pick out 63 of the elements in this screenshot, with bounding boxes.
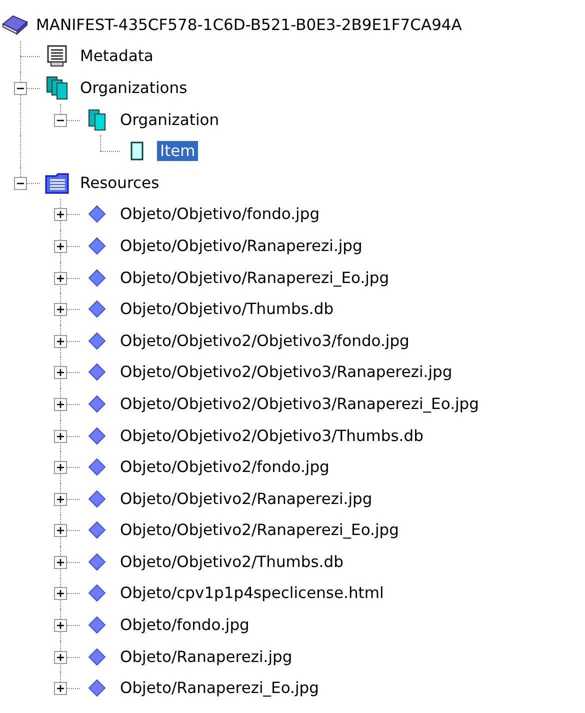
expand-button[interactable] (54, 556, 67, 569)
tree-item-label[interactable]: Objeto/Objetivo2/fondo.jpg (117, 457, 332, 478)
diamond-icon (88, 679, 106, 698)
tree-item-label[interactable]: MANIFEST-435CF578-1C6D-B521-B0E3-2B9E1F7CA94A (33, 14, 465, 35)
collapse-button[interactable] (14, 176, 27, 190)
collapse-button[interactable] (14, 82, 27, 95)
expand-button[interactable] (54, 272, 67, 285)
tree-item-label[interactable]: Objeto/Objetivo2/Ranaperezi.jpg (117, 488, 376, 509)
tree-item-label[interactable]: Objeto/Ranaperezi_Eo.jpg (117, 678, 322, 698)
tree-item-label[interactable]: Resources (77, 172, 162, 193)
folder-icon (44, 170, 70, 195)
diamond-icon (88, 300, 106, 318)
diamond-icon (88, 521, 106, 540)
diamond-icon (88, 332, 106, 350)
expand-button[interactable] (54, 366, 67, 380)
tree-item-label[interactable]: Objeto/Objetivo2/Thumbs.db (117, 552, 346, 572)
diamond-icon (88, 236, 106, 255)
tree-item-label[interactable]: Objeto/Objetivo2/Objetivo3/Thumbs.db (117, 426, 426, 446)
diamond-icon (88, 268, 106, 287)
tree-item-label[interactable]: Objeto/Objetivo/Ranaperezi_Eo.jpg (117, 268, 392, 288)
expand-button[interactable] (54, 430, 67, 443)
tree-item-label[interactable]: Objeto/cpv1p1p4speclicense.html (117, 583, 387, 604)
expand-button[interactable] (54, 334, 67, 348)
tree-item-label[interactable]: Item (157, 141, 198, 162)
tree-item-label[interactable]: Metadata (77, 46, 156, 66)
tree-item-label[interactable]: Objeto/Objetivo/fondo.jpg (117, 204, 323, 224)
expand-button[interactable] (54, 619, 67, 632)
tree-item-label[interactable]: Organization (117, 110, 222, 130)
expand-button[interactable] (54, 492, 67, 506)
expand-button[interactable] (54, 398, 67, 411)
expand-button[interactable] (54, 208, 67, 222)
diamond-icon (88, 490, 106, 508)
tree-item-label[interactable]: Objeto/Objetivo/Thumbs.db (117, 299, 337, 320)
tree-item-label[interactable]: Objeto/Objetivo/Ranaperezi.jpg (117, 236, 366, 256)
expand-button[interactable] (54, 461, 67, 474)
expand-button[interactable] (54, 240, 67, 253)
diamond-icon (88, 394, 106, 413)
expand-button[interactable] (54, 650, 67, 664)
book-icon (1, 14, 29, 36)
expand-button[interactable] (54, 587, 67, 600)
tree-item-label[interactable]: Objeto/Objetivo2/Objetivo3/Ranaperezi.jpg (117, 362, 456, 382)
tree-item-label[interactable]: Objeto/Objetivo2/Objetivo3/Ranaperezi_Eo.jpg (117, 394, 482, 414)
tree-item-label[interactable]: Organizations (77, 78, 190, 98)
diamond-icon (88, 584, 106, 602)
diamond-icon (88, 648, 106, 666)
expand-button[interactable] (54, 303, 67, 316)
tree-item-label[interactable]: Objeto/Objetivo2/Ranaperezi_Eo.jpg (117, 520, 402, 540)
expand-button[interactable] (54, 682, 67, 696)
expand-button[interactable] (54, 524, 67, 538)
collapse-button[interactable] (54, 114, 67, 127)
diamond-icon (88, 205, 106, 224)
tree-item-label[interactable]: Objeto/fondo.jpg (117, 615, 252, 636)
diamond-icon (88, 363, 106, 382)
tree-item-label[interactable]: Objeto/Objetivo2/Objetivo3/fondo.jpg (117, 330, 412, 351)
diamond-icon (88, 458, 106, 476)
cards-icon (87, 108, 107, 132)
document-icon (45, 44, 69, 68)
diamond-icon (88, 552, 106, 571)
card-icon (130, 141, 144, 162)
diamond-icon (88, 616, 106, 634)
stacked-cards-icon (45, 74, 69, 101)
diamond-icon (88, 426, 106, 445)
tree-item-label[interactable]: Objeto/Ranaperezi.jpg (117, 646, 296, 667)
